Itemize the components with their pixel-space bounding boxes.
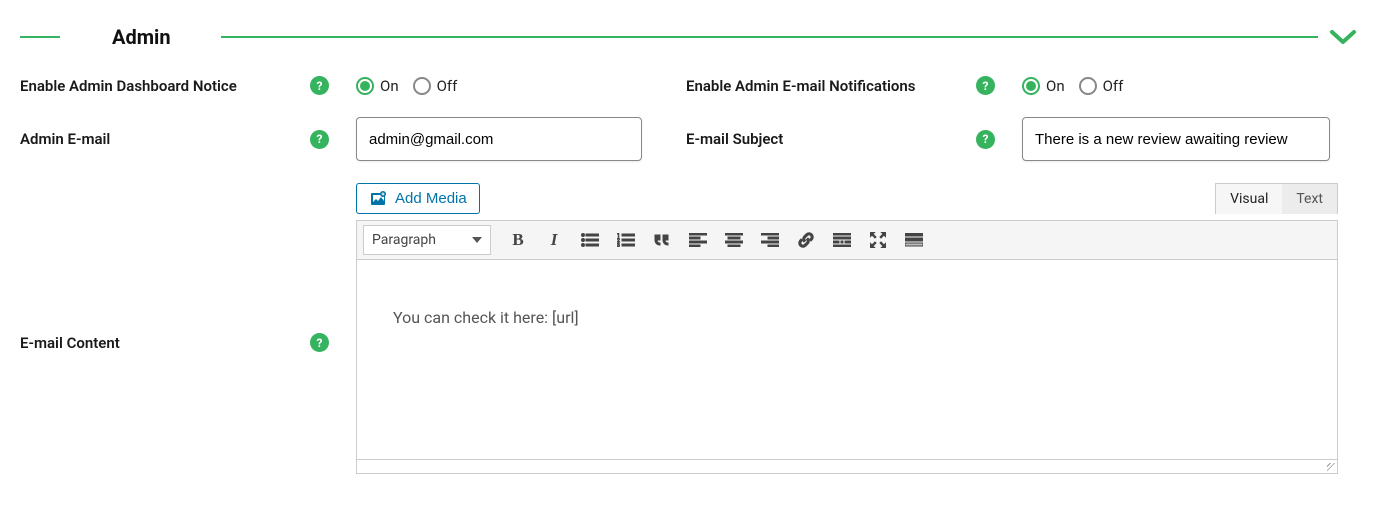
- help-admin-email[interactable]: ?: [310, 130, 329, 149]
- radio-dot-icon: [1079, 77, 1097, 95]
- editor-tabs: Visual Text: [1215, 183, 1338, 214]
- label-email-content: E-mail Content: [20, 334, 310, 352]
- radio-label: On: [1046, 77, 1065, 95]
- radio-dot-icon: [413, 77, 431, 95]
- add-media-label: Add Media: [395, 190, 467, 207]
- italic-button[interactable]: I: [539, 225, 569, 255]
- tab-visual[interactable]: Visual: [1216, 184, 1282, 214]
- align-center-button[interactable]: [719, 225, 749, 255]
- help-email-content[interactable]: ?: [310, 333, 329, 352]
- row-email-content: E-mail Content ? Add Media Visual Text P…: [20, 183, 1360, 474]
- help-dashboard-notice[interactable]: ?: [310, 76, 329, 95]
- editor-canvas[interactable]: You can check it here: [url]: [356, 260, 1338, 460]
- fullscreen-icon: [870, 232, 886, 248]
- align-right-button[interactable]: [755, 225, 785, 255]
- help-email-notifications[interactable]: ?: [976, 76, 995, 95]
- link-icon: [797, 231, 815, 249]
- radio-label: Off: [1103, 77, 1124, 95]
- tab-text[interactable]: Text: [1282, 184, 1337, 214]
- radio-dashboard-notice-off[interactable]: Off: [413, 77, 458, 95]
- kitchen-sink-icon: [905, 233, 923, 247]
- editor-content: You can check it here: [url]: [393, 308, 1301, 327]
- numbered-list-button[interactable]: 123: [611, 225, 641, 255]
- align-right-icon: [761, 233, 779, 247]
- section-header: Admin: [20, 20, 1360, 54]
- quote-icon: [653, 233, 671, 247]
- chevron-down-icon: [1329, 28, 1357, 46]
- radio-dashboard-notice-on[interactable]: On: [356, 77, 399, 95]
- read-more-icon: [833, 233, 851, 247]
- radio-label: On: [380, 77, 399, 95]
- list-ul-icon: [581, 233, 599, 247]
- caret-down-icon: [472, 237, 482, 243]
- section-title: Admin: [60, 25, 221, 49]
- insert-more-button[interactable]: [827, 225, 857, 255]
- label-email-notifications: Enable Admin E-mail Notifications: [686, 77, 976, 95]
- svg-text:3: 3: [617, 243, 620, 247]
- list-ol-icon: 123: [617, 233, 635, 247]
- help-email-subject[interactable]: ?: [976, 130, 995, 149]
- bold-button[interactable]: B: [503, 225, 533, 255]
- format-selected: Paragraph: [372, 232, 436, 248]
- toolbar-toggle-button[interactable]: [899, 225, 929, 255]
- rich-text-editor: Add Media Visual Text Paragraph B I 123: [356, 183, 1338, 474]
- fullscreen-button[interactable]: [863, 225, 893, 255]
- format-dropdown[interactable]: Paragraph: [363, 225, 491, 255]
- radio-dot-icon: [1022, 77, 1040, 95]
- editor-toolbar: Paragraph B I 123: [356, 220, 1338, 260]
- divider-right: [221, 36, 1318, 38]
- collapse-toggle[interactable]: [1326, 20, 1360, 54]
- align-center-icon: [725, 233, 743, 247]
- label-email-subject: E-mail Subject: [686, 130, 976, 148]
- radio-email-notifications-off[interactable]: Off: [1079, 77, 1124, 95]
- blockquote-button[interactable]: [647, 225, 677, 255]
- input-email-subject[interactable]: [1022, 117, 1330, 161]
- add-media-button[interactable]: Add Media: [356, 183, 480, 214]
- radio-email-notifications-on[interactable]: On: [1022, 77, 1065, 95]
- insert-link-button[interactable]: [791, 225, 821, 255]
- editor-resize-handle[interactable]: [356, 460, 1338, 474]
- media-icon: [369, 191, 387, 207]
- bulleted-list-button[interactable]: [575, 225, 605, 255]
- row-dashboard-and-notifications: Enable Admin Dashboard Notice ? On Off E…: [20, 76, 1360, 95]
- radio-dot-icon: [356, 77, 374, 95]
- align-left-button[interactable]: [683, 225, 713, 255]
- label-admin-email: Admin E-mail: [20, 130, 310, 148]
- divider-left: [20, 36, 60, 38]
- input-admin-email[interactable]: [356, 117, 642, 161]
- row-email-and-subject: Admin E-mail ? E-mail Subject ?: [20, 117, 1360, 161]
- align-left-icon: [689, 233, 707, 247]
- radio-label: Off: [437, 77, 458, 95]
- label-dashboard-notice: Enable Admin Dashboard Notice: [20, 77, 310, 95]
